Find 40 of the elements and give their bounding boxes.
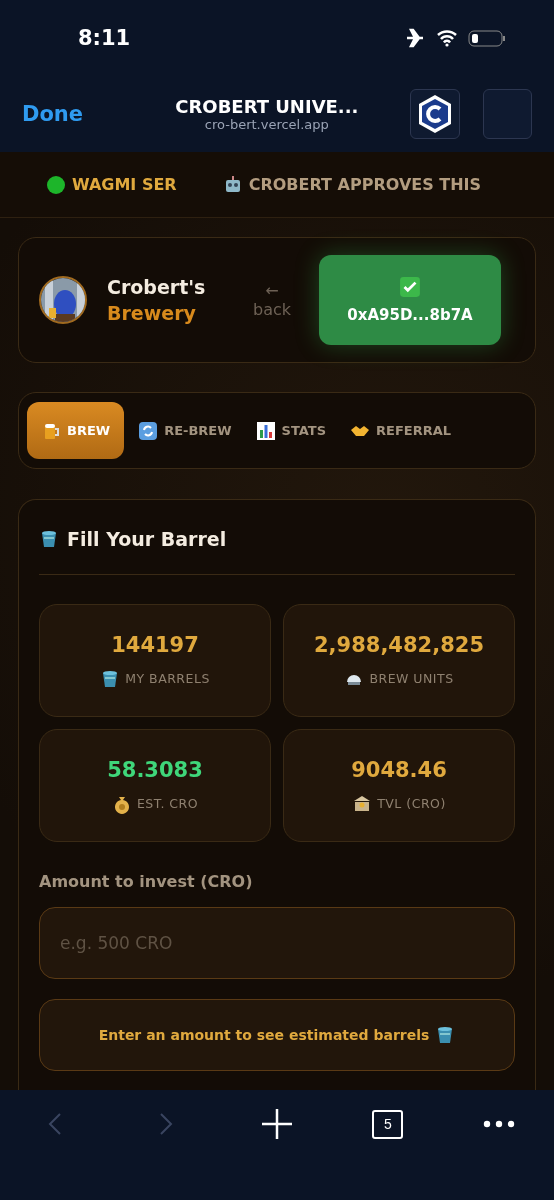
- stat-label: EST. CRO: [136, 796, 199, 811]
- more-icon: [482, 1120, 515, 1128]
- bar-chart-icon: [255, 420, 276, 441]
- ticker-text: CROBERT APPROVES THIS: [248, 175, 482, 194]
- nav-tab[interactable]: RE-BREW: [128, 402, 242, 459]
- brand-subtitle: Brewery: [107, 302, 197, 324]
- page-title: CROBERT UNIVE...: [175, 95, 359, 117]
- nav-tab[interactable]: STATS: [245, 402, 337, 459]
- bucket-icon: [39, 529, 59, 549]
- airplane-icon: [404, 27, 426, 48]
- wifi-icon: [436, 28, 458, 47]
- stat-value: 2,988,482,825: [313, 632, 485, 657]
- plus-icon: [261, 1108, 293, 1140]
- stat-label: MY BARRELS: [125, 671, 210, 686]
- ticker-text: WAGMI SER: [72, 175, 177, 194]
- done-link[interactable]: Done: [22, 101, 151, 126]
- hint-text: Enter an amount to see estimated barrels: [98, 1027, 430, 1043]
- nav-tab[interactable]: REFERRAL: [340, 402, 462, 459]
- site-logo-button[interactable]: [410, 88, 460, 139]
- amount-input[interactable]: e.g. 500 CRO: [39, 907, 515, 979]
- stat-value: 144197: [111, 632, 199, 657]
- battery-icon: [468, 27, 506, 48]
- panel-title: Fill Your Barrel: [67, 528, 227, 550]
- check-icon: [399, 276, 421, 298]
- stat-value: 9048.46: [351, 757, 447, 782]
- chevron-right-icon: [159, 1112, 174, 1136]
- stat-label: BREW UNITS: [369, 671, 454, 686]
- nav-tab[interactable]: BREW: [27, 402, 125, 459]
- status-time: 8:11: [78, 25, 131, 50]
- brand-title: Crobert's: [107, 276, 207, 298]
- wallet-button[interactable]: 0xA95D...8b7A: [319, 255, 501, 345]
- tabs-button[interactable]: 5: [332, 1104, 444, 1144]
- stat-label: TVL (CRO): [377, 796, 446, 811]
- stat-value: 58.3083: [107, 757, 203, 782]
- refresh-icon: [138, 420, 159, 441]
- field-label: Amount to invest (CRO): [39, 872, 254, 891]
- chevron-left-icon: [48, 1112, 63, 1136]
- page-url: cro-bert.vercel.app: [204, 116, 329, 132]
- status-dot-icon: [46, 174, 66, 195]
- hexagon-logo-icon: [416, 93, 453, 134]
